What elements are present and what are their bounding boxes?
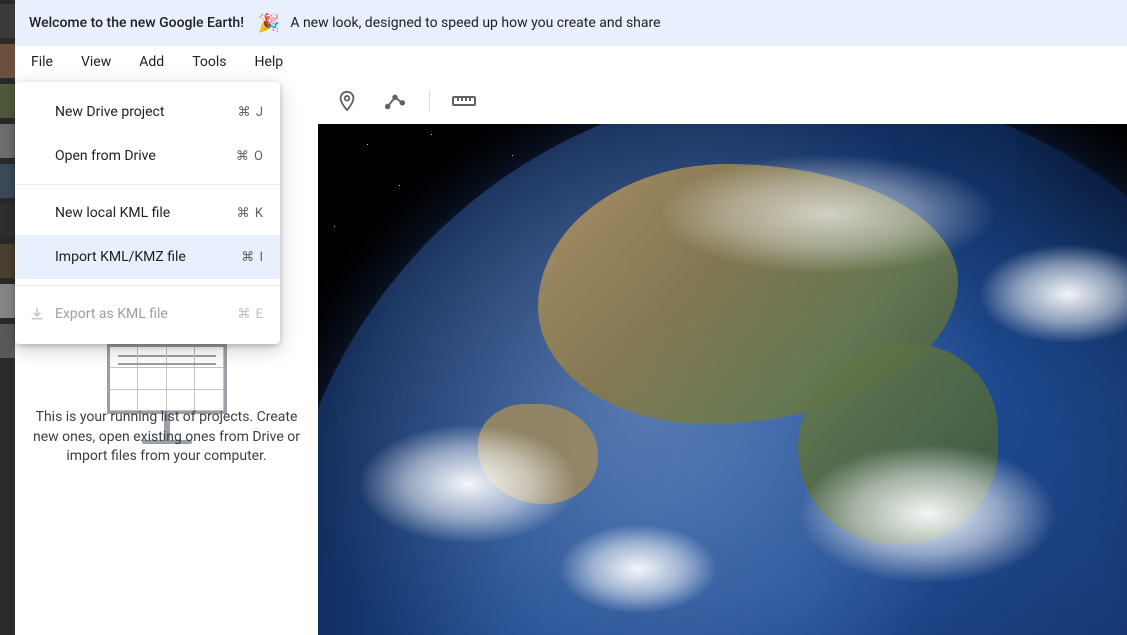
thumbnail[interactable]: [0, 4, 15, 38]
download-icon: [29, 306, 55, 322]
menu-item-shortcut: ⌘ I: [241, 250, 264, 265]
os-thumbnail-strip: [0, 0, 15, 635]
placemark-button[interactable]: [333, 87, 361, 115]
thumbnail[interactable]: [0, 124, 15, 158]
banner-subtitle: A new look, designed to speed up how you…: [290, 15, 660, 31]
menu-help[interactable]: Help: [240, 48, 297, 76]
menu-item-shortcut: ⌘ K: [237, 206, 264, 221]
menu-item-label: New local KML file: [55, 205, 237, 221]
thumbnail[interactable]: [0, 164, 15, 198]
file-menu-dropdown: New Drive project ⌘ J Open from Drive ⌘ …: [15, 82, 280, 344]
thumbnail[interactable]: [0, 244, 15, 278]
thumbnail[interactable]: [0, 284, 15, 318]
ruler-button[interactable]: [450, 87, 478, 115]
menu-bar: File View Add Tools Help: [15, 46, 1127, 78]
thumbnail[interactable]: [0, 324, 15, 358]
menu-add[interactable]: Add: [125, 48, 178, 76]
menu-view[interactable]: View: [67, 48, 125, 76]
thumbnail[interactable]: [0, 84, 15, 118]
menu-item-import-kml[interactable]: Import KML/KMZ file ⌘ I: [15, 235, 280, 279]
ruler-icon: [452, 92, 476, 110]
thumbnail[interactable]: [0, 44, 15, 78]
pin-icon: [336, 90, 358, 112]
menu-tools[interactable]: Tools: [178, 48, 240, 76]
menu-item-shortcut: ⌘ E: [237, 307, 264, 322]
menu-file[interactable]: File: [25, 48, 67, 76]
projects-help-text: This is your running list of projects. C…: [31, 408, 302, 467]
menu-item-label: Export as KML file: [55, 306, 237, 322]
menu-item-label: Open from Drive: [55, 148, 236, 164]
polyline-icon: [383, 90, 407, 112]
earth-canvas[interactable]: [318, 124, 1127, 635]
menu-item-label: New Drive project: [55, 104, 238, 120]
welcome-banner: Welcome to the new Google Earth! 🎉 A new…: [15, 0, 1127, 46]
menu-item-shortcut: ⌘ O: [236, 149, 264, 164]
path-button[interactable]: [381, 87, 409, 115]
menu-item-label: Import KML/KMZ file: [55, 249, 241, 265]
toolbar-divider: [429, 90, 430, 112]
menu-item-new-local-kml[interactable]: New local KML file ⌘ K: [15, 191, 280, 235]
menu-separator: [15, 285, 280, 286]
thumbnail[interactable]: [0, 204, 15, 238]
menu-separator: [15, 184, 280, 185]
menu-item-open-from-drive[interactable]: Open from Drive ⌘ O: [15, 134, 280, 178]
menu-item-new-drive-project[interactable]: New Drive project ⌘ J: [15, 90, 280, 134]
menu-item-export-kml: Export as KML file ⌘ E: [15, 292, 280, 336]
party-icon: 🎉: [258, 13, 280, 34]
menu-item-shortcut: ⌘ J: [238, 105, 264, 120]
banner-title: Welcome to the new Google Earth!: [29, 15, 244, 31]
